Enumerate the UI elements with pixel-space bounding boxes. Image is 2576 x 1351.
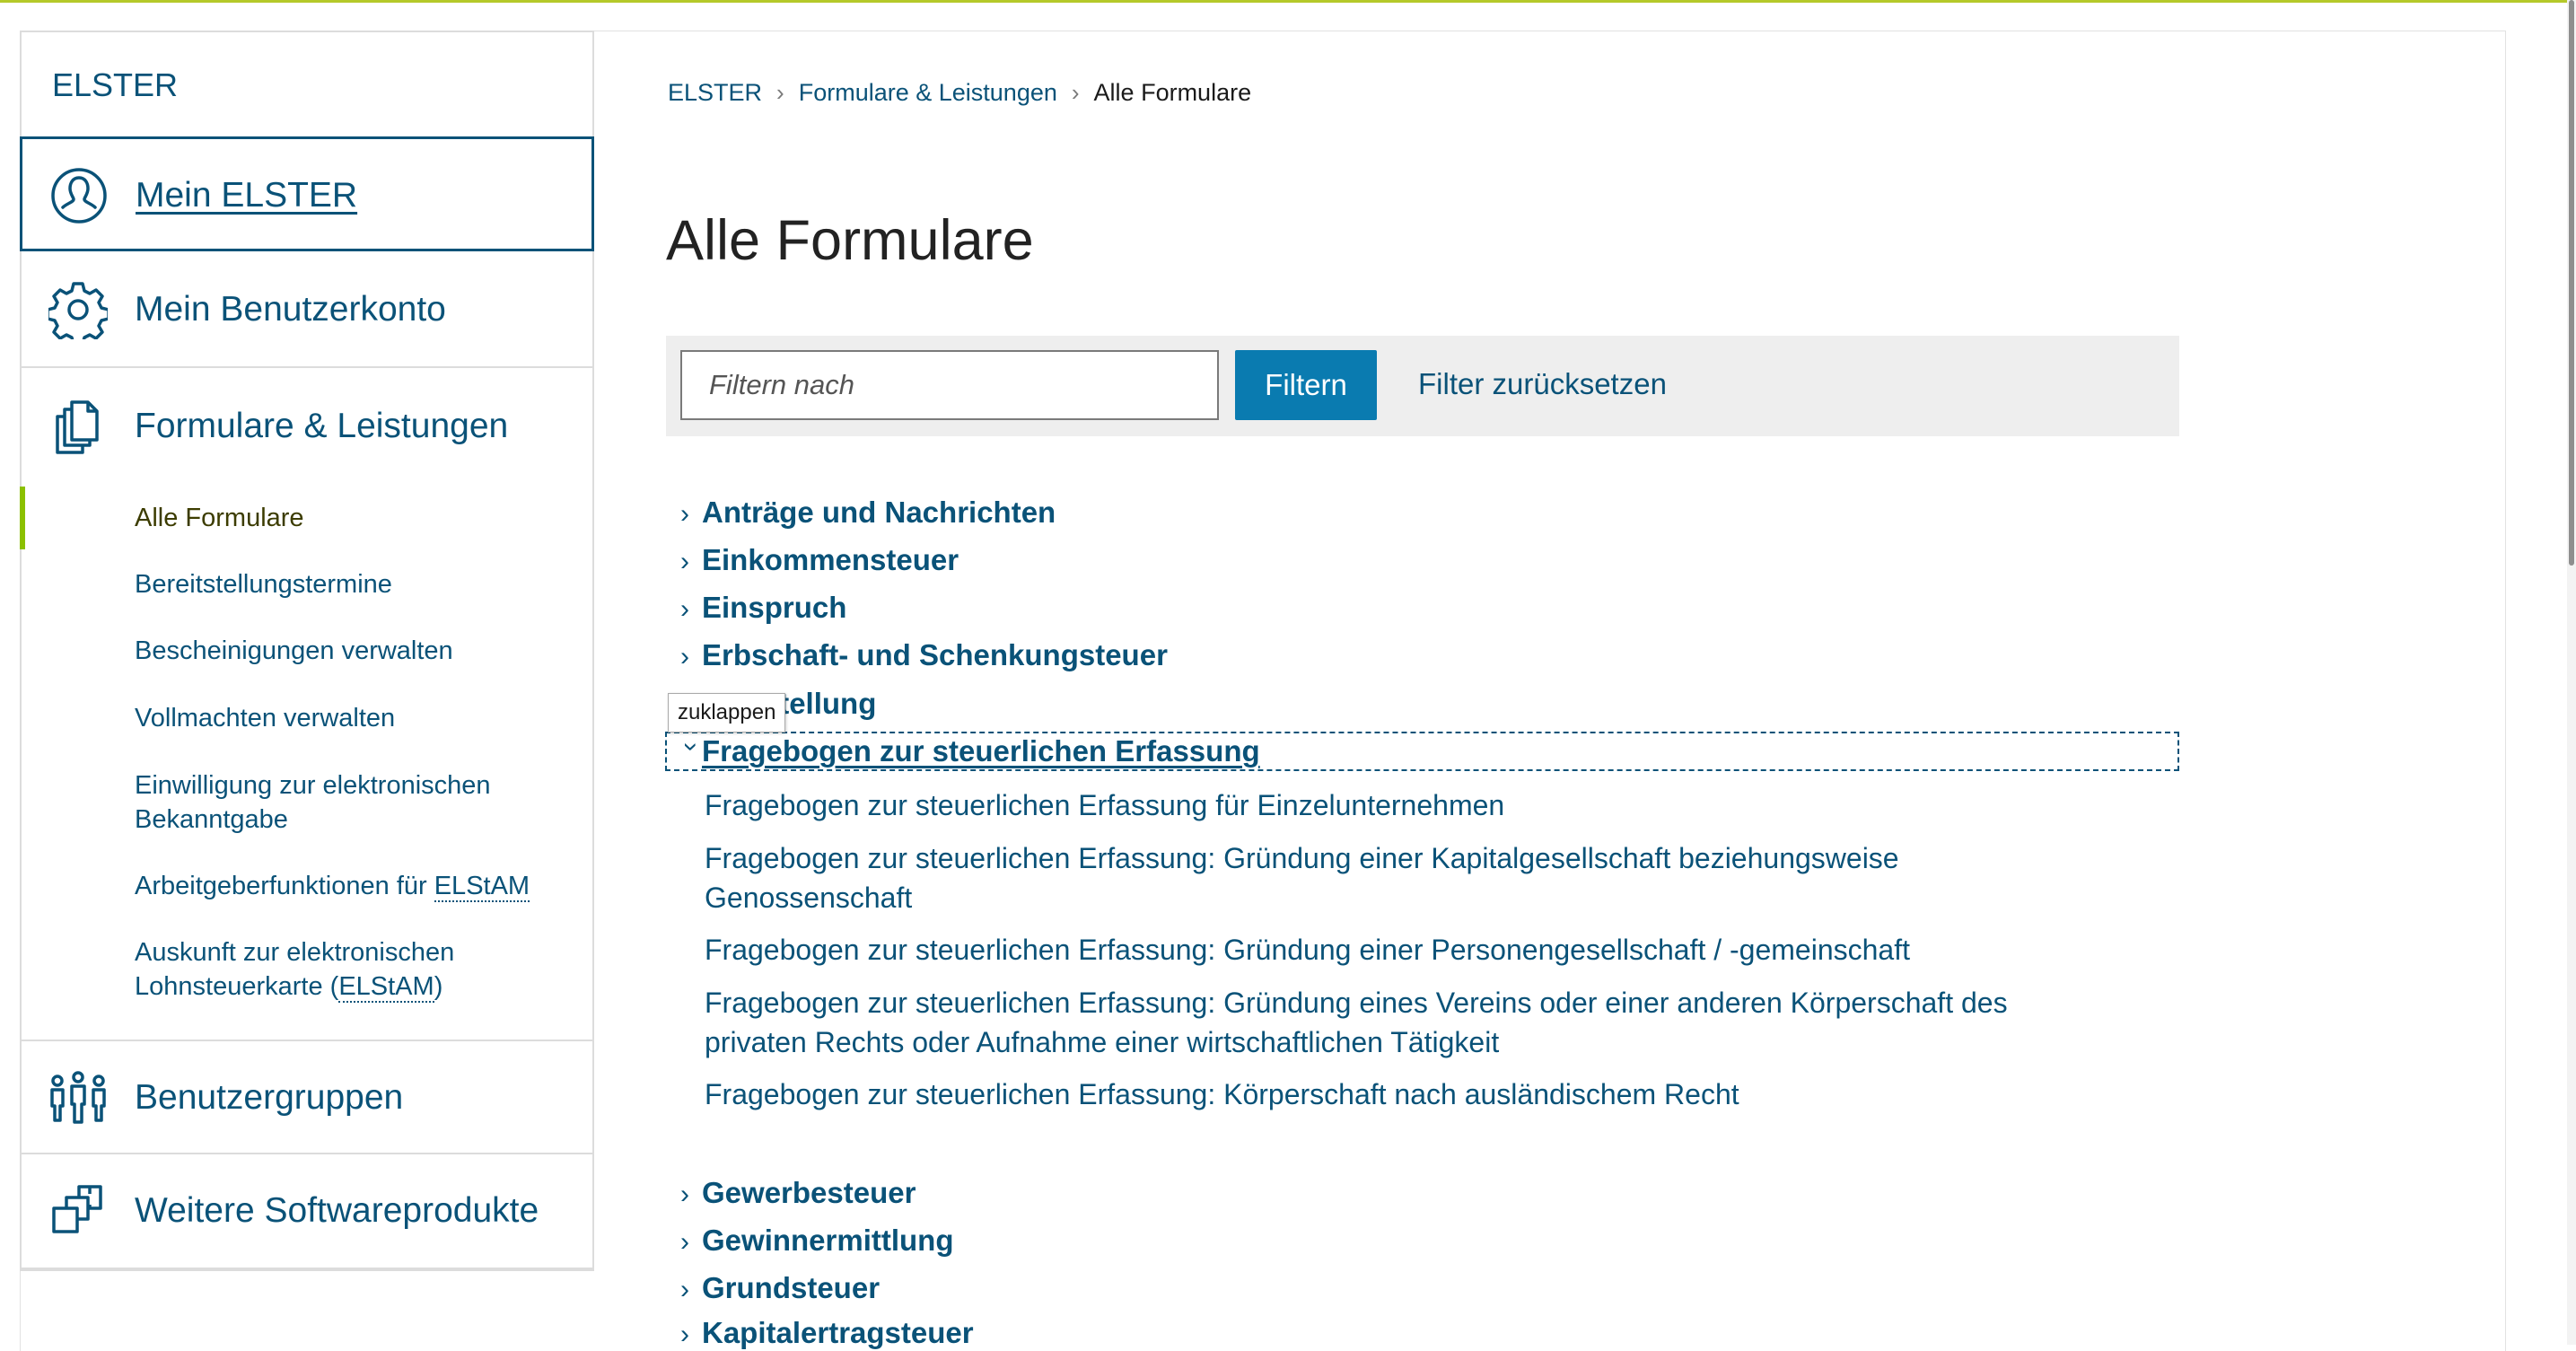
sidebar-item-label: Formulare & Leistungen	[135, 407, 509, 445]
form-link[interactable]: Fragebogen zur steuerlichen Erfassung: G…	[705, 930, 2096, 969]
chevron-right-icon: ›	[680, 594, 689, 624]
sidebar-item-benutzergruppen[interactable]: Benutzergruppen	[22, 1040, 592, 1154]
form-link[interactable]: Fragebogen zur steuerlichen Erfassung fü…	[705, 785, 2096, 825]
sidebar-header: ELSTER	[22, 32, 592, 138]
chevron-right-icon: ›	[680, 1180, 689, 1209]
sidebar-item-label: Benutzergruppen	[135, 1078, 404, 1117]
category-antraege[interactable]: › Anträge und Nachrichten	[680, 496, 1056, 530]
form-link[interactable]: Fragebogen zur steuerlichen Erfassung: G…	[705, 838, 2096, 917]
category-label: Erbschaft- und Schenkungsteuer	[702, 638, 1168, 671]
category-label: Fragebogen zur steuerlichen Erfassung	[702, 734, 1260, 768]
top-accent-line	[0, 0, 2576, 3]
category-grundsteuer[interactable]: › Grundsteuer	[680, 1271, 880, 1305]
sidebar-subitem-bescheinigungen[interactable]: Bescheinigungen verwalten	[135, 634, 556, 668]
category-label: Anträge und Nachrichten	[702, 496, 1056, 529]
sidebar-item-formulare-leistungen[interactable]: Formulare & Leistungen	[22, 370, 592, 487]
scrollbar-thumb[interactable]	[2569, 0, 2574, 566]
chevron-right-icon: ›	[1071, 79, 1080, 106]
sidebar-nav: ELSTER Mein ELSTER Mein Benutzerkonto Fo…	[20, 31, 594, 1271]
sidebar-subitem-einwilligung[interactable]: Einwilligung zur elektronischen Bekanntg…	[135, 768, 556, 837]
subitem-text: Arbeitgeberfunktionen für	[135, 872, 434, 900]
sidebar-item-weitere-software[interactable]: Weitere Softwareprodukte	[22, 1154, 592, 1269]
chevron-right-icon: ›	[680, 547, 689, 576]
sidebar-subitem-auskunft-lohnsteuerkarte[interactable]: Auskunft zur elektronischen Lohnsteuerka…	[135, 935, 556, 1004]
sidebar-subitem-bereitstellungstermine[interactable]: Bereitstellungstermine	[135, 567, 556, 601]
collapse-tooltip: zuklappen	[668, 693, 786, 733]
sidebar-item-label: Mein Benutzerkonto	[135, 290, 446, 329]
elstam-abbreviation: ELStAM	[338, 972, 434, 1003]
category-label: Gewerbesteuer	[702, 1176, 916, 1209]
sidebar-subitem-alle-formulare[interactable]: Alle Formulare	[135, 501, 556, 535]
form-link[interactable]: Fragebogen zur steuerlichen Erfassung: G…	[705, 983, 2096, 1062]
breadcrumb: ELSTER › Formulare & Leistungen › Alle Formu…	[668, 79, 1251, 107]
category-fragebogen-expanded[interactable]: ›Fragebogen zur steuerlichen Erfassung	[677, 734, 1260, 768]
active-item-marker	[20, 487, 25, 549]
breadcrumb-link-elster[interactable]: ELSTER	[668, 79, 762, 106]
sidebar-item-benutzerkonto[interactable]: Mein Benutzerkonto	[22, 253, 592, 368]
chevron-down-icon: ›	[677, 742, 706, 751]
category-einspruch[interactable]: › Einspruch	[680, 591, 846, 625]
chevron-right-icon: ›	[680, 1227, 689, 1257]
windows-stack-icon	[52, 1185, 102, 1233]
chevron-right-icon: ›	[680, 642, 689, 671]
category-gewinnermittlung[interactable]: › Gewinnermittlung	[680, 1224, 954, 1258]
filter-reset-link[interactable]: Filter zurücksetzen	[1418, 367, 1667, 401]
documents-icon	[56, 400, 99, 454]
category-erbschaft[interactable]: › Erbschaft- und Schenkungsteuer	[680, 638, 1168, 672]
chevron-right-icon: ›	[680, 499, 689, 529]
category-kapitalertragsteuer[interactable]: › Kapitalertragsteuer	[680, 1316, 974, 1350]
user-profile-icon	[51, 168, 107, 224]
form-link[interactable]: Fragebogen zur steuerlichen Erfassung: K…	[705, 1075, 2096, 1114]
chevron-right-icon: ›	[680, 1275, 689, 1304]
breadcrumb-current: Alle Formulare	[1093, 79, 1252, 106]
sidebar-item-label: Mein ELSTER	[136, 176, 358, 215]
chevron-right-icon: ›	[776, 79, 784, 106]
category-gewerbesteuer[interactable]: › Gewerbesteuer	[680, 1176, 916, 1210]
filter-button[interactable]: Filtern	[1235, 350, 1377, 420]
category-label: Kapitalertragsteuer	[702, 1316, 974, 1349]
category-label: Grundsteuer	[702, 1271, 881, 1304]
category-label: Gewinnermittlung	[702, 1224, 954, 1257]
sidebar-subitem-vollmachten[interactable]: Vollmachten verwalten	[135, 701, 556, 735]
sidebar-subitem-arbeitgeberfunktionen[interactable]: Arbeitgeberfunktionen für ELStAM	[135, 869, 556, 903]
breadcrumb-link-formulare[interactable]: Formulare & Leistungen	[799, 79, 1057, 106]
filter-bar: Filtern Filter zurücksetzen	[666, 336, 2179, 436]
category-label: Einspruch	[702, 591, 847, 624]
gear-icon	[48, 282, 108, 339]
category-label: Einkommensteuer	[702, 543, 959, 576]
elstam-abbreviation: ELStAM	[434, 872, 530, 902]
filter-input[interactable]	[680, 350, 1219, 420]
sidebar-item-mein-elster[interactable]: Mein ELSTER	[20, 136, 594, 251]
category-einkommensteuer[interactable]: › Einkommensteuer	[680, 543, 959, 577]
subitem-text-suffix: )	[434, 972, 443, 1001]
chevron-right-icon: ›	[680, 1320, 689, 1349]
user-group-icon	[50, 1071, 106, 1124]
page-title: Alle Formulare	[666, 209, 1034, 272]
sidebar-header-title[interactable]: ELSTER	[52, 66, 178, 104]
sidebar-item-label: Weitere Softwareprodukte	[135, 1191, 539, 1230]
